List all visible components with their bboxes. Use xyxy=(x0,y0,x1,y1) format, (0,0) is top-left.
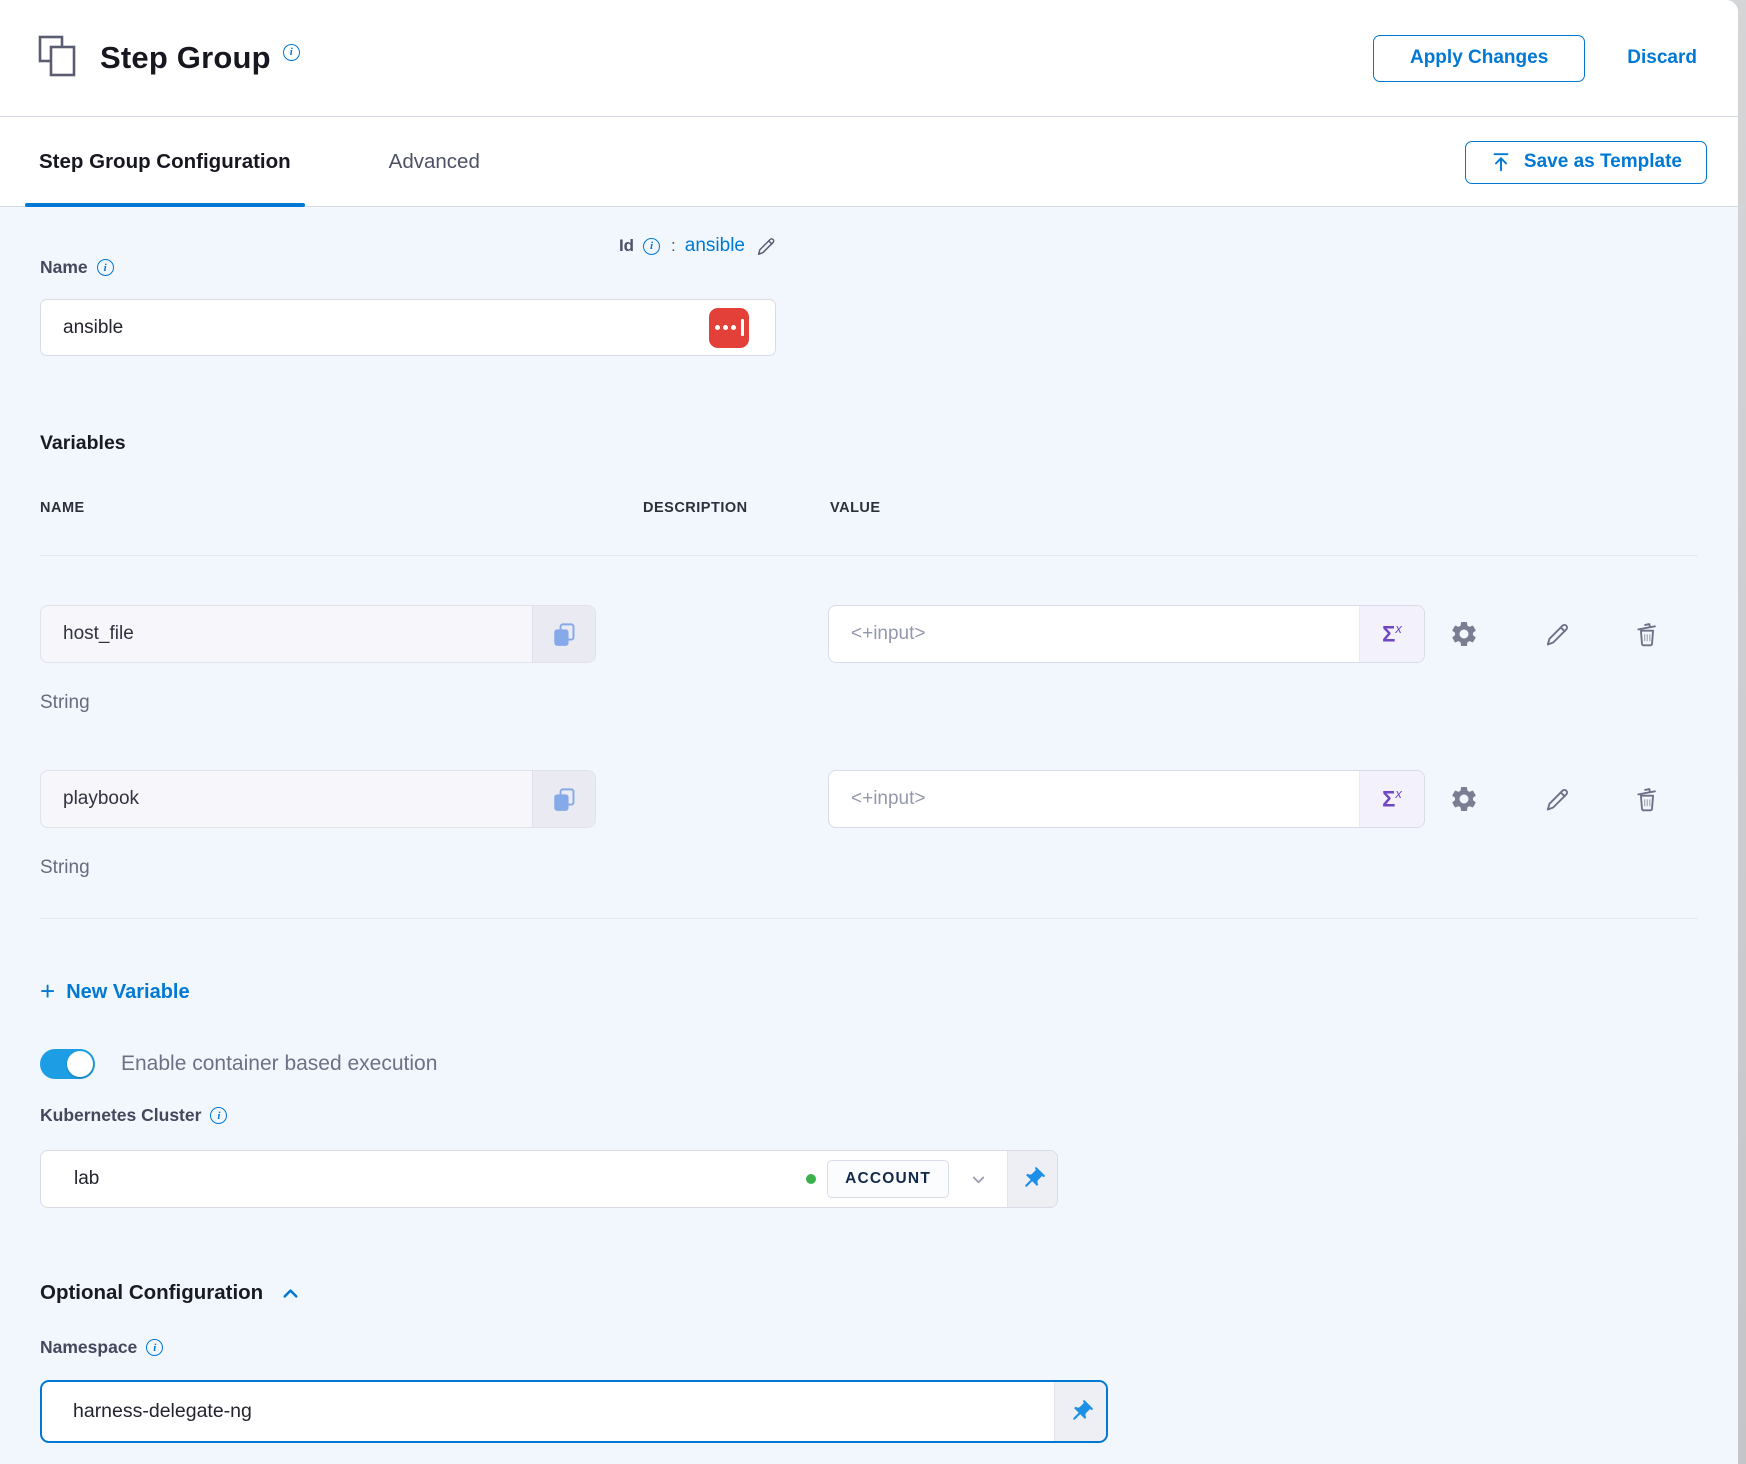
name-input[interactable] xyxy=(41,317,709,339)
pin-icon xyxy=(1068,1399,1094,1425)
gear-icon xyxy=(1449,784,1479,814)
variables-title: Variables xyxy=(40,432,126,455)
namespace-label: Namespace xyxy=(40,1337,137,1358)
variable-type: String xyxy=(40,857,90,879)
identifier-row: Id i : ansible xyxy=(40,231,776,261)
kubernetes-cluster-label-row: Kubernetes Cluster i xyxy=(40,1105,227,1126)
tab-label: Advanced xyxy=(389,150,480,174)
drawer-header: Step Group i Apply Changes Discard xyxy=(0,0,1738,117)
kubernetes-cluster-info-icon[interactable]: i xyxy=(210,1107,227,1124)
toggle-label: Enable container based execution xyxy=(121,1052,437,1076)
connector-status-dot xyxy=(806,1174,816,1184)
new-variable-button[interactable]: + New Variable xyxy=(40,979,190,1005)
namespace-input[interactable] xyxy=(42,1382,1054,1441)
variable-settings-button[interactable] xyxy=(1446,616,1482,652)
variable-name-field xyxy=(40,770,596,828)
scope-badge: ACCOUNT xyxy=(827,1160,949,1198)
variable-name-field xyxy=(40,605,596,663)
tab-step-group-configuration[interactable]: Step Group Configuration xyxy=(25,118,305,206)
namespace-info-icon[interactable]: i xyxy=(146,1339,163,1356)
id-info-icon[interactable]: i xyxy=(643,238,660,255)
edit-variable-button[interactable] xyxy=(1538,616,1574,652)
edit-id-icon[interactable] xyxy=(754,235,776,257)
edit-variable-button[interactable] xyxy=(1538,781,1574,817)
namespace-field xyxy=(40,1380,1108,1443)
copy-icon xyxy=(551,621,578,648)
connector-select-chevron[interactable] xyxy=(949,1151,1007,1207)
variable-value-field: Σx xyxy=(828,605,1425,663)
pin-icon xyxy=(1020,1166,1046,1192)
delete-variable-button[interactable] xyxy=(1629,616,1665,652)
tab-bar: Step Group Configuration Advanced Save a… xyxy=(0,118,1738,207)
container-execution-row: Enable container based execution xyxy=(40,1049,437,1079)
table-divider xyxy=(40,555,1698,556)
namespace-label-row: Namespace i xyxy=(40,1337,163,1358)
copy-variable-button[interactable] xyxy=(532,606,595,662)
apply-changes-button[interactable]: Apply Changes xyxy=(1373,35,1585,82)
trash-icon xyxy=(1633,620,1661,648)
fixed-value-pin-button[interactable] xyxy=(1054,1382,1106,1441)
kubernetes-cluster-field: ACCOUNT xyxy=(40,1150,1058,1208)
variable-name-input[interactable] xyxy=(41,606,532,662)
name-info-icon[interactable]: i xyxy=(97,259,114,276)
password-manager-icon[interactable] xyxy=(709,308,749,348)
name-label-row: Name i xyxy=(40,257,114,278)
toggle-knob xyxy=(67,1051,93,1077)
trash-icon xyxy=(1633,785,1661,813)
optional-configuration-toggle[interactable]: Optional Configuration xyxy=(40,1281,302,1305)
step-group-icon xyxy=(38,35,82,81)
step-group-configuration-panel: Id i : ansible Name i xyxy=(0,207,1738,1464)
plus-icon: + xyxy=(40,978,55,1004)
name-field xyxy=(40,299,776,356)
enable-container-toggle[interactable] xyxy=(40,1049,95,1079)
step-group-drawer: Step Group i Apply Changes Discard Step … xyxy=(0,0,1738,1464)
variable-value-input[interactable] xyxy=(829,606,1359,662)
chevron-down-icon xyxy=(969,1170,988,1189)
column-header-name: NAME xyxy=(40,500,85,516)
variable-value-input[interactable] xyxy=(829,771,1359,827)
expression-type-button[interactable]: Σx xyxy=(1359,606,1424,662)
column-header-value: VALUE xyxy=(830,500,881,516)
variable-row-playbook: Σx xyxy=(0,770,1738,828)
save-as-template-label: Save as Template xyxy=(1524,151,1682,173)
header-actions: Apply Changes Discard xyxy=(1373,35,1697,82)
kubernetes-cluster-label: Kubernetes Cluster xyxy=(40,1105,201,1126)
page-title: Step Group xyxy=(100,40,271,76)
table-divider xyxy=(40,918,1698,919)
upload-icon xyxy=(1490,151,1512,173)
copy-icon xyxy=(551,786,578,813)
gear-icon xyxy=(1449,619,1479,649)
variable-name-input[interactable] xyxy=(41,771,532,827)
delete-variable-button[interactable] xyxy=(1629,781,1665,817)
id-value: ansible xyxy=(685,235,745,257)
id-colon: : xyxy=(671,236,676,256)
sigma-expression-icon: Σx xyxy=(1382,621,1402,647)
kubernetes-cluster-input[interactable] xyxy=(41,1151,806,1207)
pencil-icon xyxy=(1542,785,1570,813)
chevron-up-icon xyxy=(279,1282,302,1305)
column-header-description: DESCRIPTION xyxy=(643,500,748,516)
pencil-icon xyxy=(1542,620,1570,648)
variable-row-host-file: Σx xyxy=(0,605,1738,663)
optional-configuration-title: Optional Configuration xyxy=(40,1281,263,1305)
new-variable-label: New Variable xyxy=(66,981,189,1004)
variable-settings-button[interactable] xyxy=(1446,781,1482,817)
screen: Step Group i Apply Changes Discard Step … xyxy=(0,0,1746,1464)
fixed-value-pin-button[interactable] xyxy=(1007,1151,1057,1207)
id-label: Id xyxy=(619,236,634,256)
save-as-template-button[interactable]: Save as Template xyxy=(1465,141,1707,184)
title-info-icon[interactable]: i xyxy=(283,44,300,61)
tab-label: Step Group Configuration xyxy=(39,150,291,174)
variable-value-field: Σx xyxy=(828,770,1425,828)
expression-type-button[interactable]: Σx xyxy=(1359,771,1424,827)
tab-advanced[interactable]: Advanced xyxy=(389,118,480,206)
sigma-expression-icon: Σx xyxy=(1382,786,1402,812)
discard-button[interactable]: Discard xyxy=(1627,47,1697,69)
copy-variable-button[interactable] xyxy=(532,771,595,827)
variable-type: String xyxy=(40,692,90,714)
name-label: Name xyxy=(40,257,88,278)
